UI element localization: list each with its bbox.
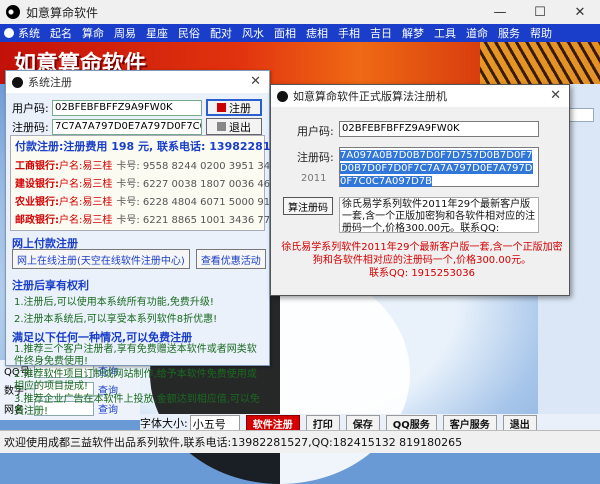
payment-header: 付款注册:注册费用 198 元, 联系电话: 13982281527 bbox=[15, 140, 294, 153]
bank-name: 建设银行: bbox=[15, 179, 59, 190]
qq-service-button[interactable]: QQ服务 bbox=[385, 415, 437, 431]
view-promo-button[interactable]: 查看优惠活动 bbox=[195, 249, 266, 269]
free-list: 1.推荐三个客户注册者,享有免费赠送本软件或者网类软件终身免费使用! 2.推荐软… bbox=[10, 343, 265, 418]
list-item: 2.注册本系统后,可以享受本系列软件8折优惠! bbox=[14, 314, 218, 325]
year-label: 2011 bbox=[301, 173, 327, 184]
main-title-bar: 如意算命软件 — ☐ ✕ bbox=[0, 0, 600, 24]
registration-title-bar: 系统注册 ✕ bbox=[6, 71, 269, 93]
user-code-label: 用户码: bbox=[12, 101, 49, 115]
register-button-label: 注册 bbox=[229, 101, 251, 115]
app-menu-icon[interactable] bbox=[4, 28, 14, 38]
keygen-code-value: 7A097A0B7D0B7D0F7D757D0B7D0F7D0B7D0F7D0F… bbox=[340, 150, 533, 187]
close-icon[interactable]: ✕ bbox=[250, 74, 261, 89]
bank-row: 工商银行: 户名:易三桂 卡号: 9558 8244 0200 3951 340 bbox=[15, 157, 277, 172]
menu-item[interactable]: 痣相 bbox=[306, 25, 328, 41]
account-holder: 户名:易三桂 bbox=[59, 215, 113, 226]
card-number: 卡号: 6228 4804 6071 5000 911 bbox=[116, 197, 277, 208]
minimize-icon[interactable]: — bbox=[480, 0, 520, 24]
keygen-user-field[interactable]: 02BFEBFBFFZ9A9FW0K bbox=[339, 121, 539, 137]
keygen-title-bar: 如意算命软件正式版算法注册机 ✕ bbox=[271, 85, 569, 107]
menu-item[interactable]: 民俗 bbox=[178, 25, 200, 41]
bank-row: 农业银行: 户名:易三桂 卡号: 6228 4804 6071 5000 911 bbox=[15, 193, 277, 208]
keygen-description: 徐氏易学系列软件2011年29个最新客户版一套,含一个正版加密狗和各软件相对应的… bbox=[339, 197, 539, 233]
print-button[interactable]: 打印 bbox=[305, 415, 340, 431]
generate-code-button[interactable]: 算注册码 bbox=[283, 197, 333, 215]
account-holder: 户名:易三桂 bbox=[59, 161, 113, 172]
menu-item[interactable]: 星座 bbox=[146, 25, 168, 41]
menu-bar: 系统 起名 算命 周易 星座 民俗 配对 风水 面相 痣相 手相 吉日 解梦 工… bbox=[0, 24, 600, 42]
keygen-user-label: 用户码: bbox=[297, 125, 334, 138]
card-number: 卡号: 6227 0038 1807 0036 467 bbox=[116, 179, 277, 190]
yinyang-icon bbox=[277, 90, 288, 102]
list-item: 3.推荐企业广告在本软件上投放,金额达到相应值,可以免费注册! bbox=[14, 394, 260, 417]
card-number: 卡号: 9558 8244 0200 3951 340 bbox=[116, 161, 277, 172]
keygen-code-field[interactable]: 7A097A0B7D0B7D0F7D757D0B7D0F7D0B7D0F7D0F… bbox=[339, 147, 539, 187]
keygen-title: 如意算命软件正式版算法注册机 bbox=[293, 90, 447, 103]
yinyang-icon bbox=[12, 76, 23, 88]
online-buttons: 网上在线注册(天空在线软件注册中心) 查看优惠活动 bbox=[12, 249, 266, 271]
menu-item[interactable]: 工具 bbox=[434, 25, 456, 41]
payment-panel: 付款注册:注册费用 198 元, 联系电话: 13982281527 工商银行:… bbox=[10, 135, 294, 231]
menu-item[interactable]: 周易 bbox=[114, 25, 136, 41]
register-button[interactable]: 注册 bbox=[206, 99, 262, 116]
customer-service-button[interactable]: 客户服务 bbox=[442, 415, 497, 431]
menu-item[interactable]: 配对 bbox=[210, 25, 232, 41]
keygen-promo: 徐氏易学系列软件2011年29个最新客户版一套,含一个正版加密狗和各软件相对应的… bbox=[281, 241, 563, 280]
bank-row: 邮政银行: 户名:易三桂 卡号: 6221 8865 1001 3436 772 bbox=[15, 211, 277, 226]
registration-title: 系统注册 bbox=[28, 76, 72, 89]
user-code-row: 用户码: 02BFEBFBFFZ9A9FW0K 注册 bbox=[12, 99, 262, 116]
menu-item[interactable]: 帮助 bbox=[530, 25, 552, 41]
account-holder: 户名:易三桂 bbox=[59, 197, 113, 208]
save-button[interactable]: 保存 bbox=[345, 415, 380, 431]
yinyang-icon bbox=[6, 5, 20, 19]
account-holder: 户名:易三桂 bbox=[59, 179, 113, 190]
reg-code-field[interactable]: 7C7A7A797D0E7A797D0F7C0C7A097D7B bbox=[52, 118, 202, 135]
maximize-icon[interactable]: ☐ bbox=[520, 0, 560, 24]
status-bar: 欢迎使用成都三益软件出品系列软件,联系电话:13982281527,QQ:182… bbox=[0, 430, 600, 453]
reg-code-label: 注册码: bbox=[12, 120, 49, 134]
menu-item[interactable]: 面相 bbox=[274, 25, 296, 41]
close-icon[interactable]: ✕ bbox=[560, 0, 600, 24]
exit-button-label: 退出 bbox=[229, 120, 251, 134]
keygen-dialog: 如意算命软件正式版算法注册机 ✕ 用户码: 02BFEBFBFFZ9A9FW0K… bbox=[270, 84, 570, 296]
menu-item[interactable]: 起名 bbox=[50, 25, 72, 41]
keygen-code-label: 注册码: bbox=[297, 151, 334, 164]
card-number: 卡号: 6221 8865 1001 3436 772 bbox=[116, 215, 277, 226]
user-code-field[interactable]: 02BFEBFBFFZ9A9FW0K bbox=[52, 99, 202, 116]
bank-row: 建设银行: 户名:易三桂 卡号: 6227 0038 1807 0036 467 bbox=[15, 175, 277, 190]
list-item: 1.推荐三个客户注册者,享有免费赠送本软件或者网类软件终身免费使用! bbox=[14, 344, 257, 367]
menu-item[interactable]: 手相 bbox=[338, 25, 360, 41]
exit-icon bbox=[217, 122, 226, 131]
register-icon bbox=[217, 103, 226, 112]
menu-item[interactable]: 道命 bbox=[466, 25, 488, 41]
registration-dialog: 系统注册 ✕ 用户码: 02BFEBFBFFZ9A9FW0K 注册 注册码: 7… bbox=[5, 70, 294, 417]
reg-code-row: 注册码: 7C7A7A797D0E7A797D0F7C0C7A097D7B 退出 bbox=[12, 118, 262, 135]
menu-item[interactable]: 风水 bbox=[242, 25, 264, 41]
close-icon[interactable]: ✕ bbox=[550, 88, 561, 103]
main-window-title: 如意算命软件 bbox=[26, 5, 99, 20]
perm-list: 1.注册后,可以使用本系统所有功能,免费升级! 2.注册本系统后,可以享受本系列… bbox=[10, 291, 265, 331]
menu-item[interactable]: 解梦 bbox=[402, 25, 424, 41]
menu-item[interactable]: 服务 bbox=[498, 25, 520, 41]
menu-item[interactable]: 系统 bbox=[18, 25, 40, 41]
menu-item[interactable]: 吉日 bbox=[370, 25, 392, 41]
bank-name: 工商银行: bbox=[15, 161, 59, 172]
exit-button[interactable]: 退出 bbox=[206, 118, 262, 135]
bank-name: 邮政银行: bbox=[15, 215, 59, 226]
list-item: 2.推荐软件项目订制或网站制作,给予本软件免费使用或相应的项目提成! bbox=[14, 369, 257, 392]
online-register-button[interactable]: 网上在线注册(天空在线软件注册中心) bbox=[12, 249, 190, 269]
list-item: 1.注册后,可以使用本系统所有功能,免费升级! bbox=[14, 297, 214, 308]
bank-name: 农业银行: bbox=[15, 197, 59, 208]
window-controls: — ☐ ✕ bbox=[480, 0, 600, 24]
menu-item[interactable]: 算命 bbox=[82, 25, 104, 41]
tiger-image bbox=[480, 42, 600, 84]
promo-text: 徐氏易学系列软件2011年29个最新客户版一套,含一个正版加密狗和各软件相对应的… bbox=[281, 242, 563, 266]
exit-button[interactable]: 退出 bbox=[502, 415, 537, 431]
promo-contact: 联系QQ: 1915253036 bbox=[369, 268, 475, 279]
